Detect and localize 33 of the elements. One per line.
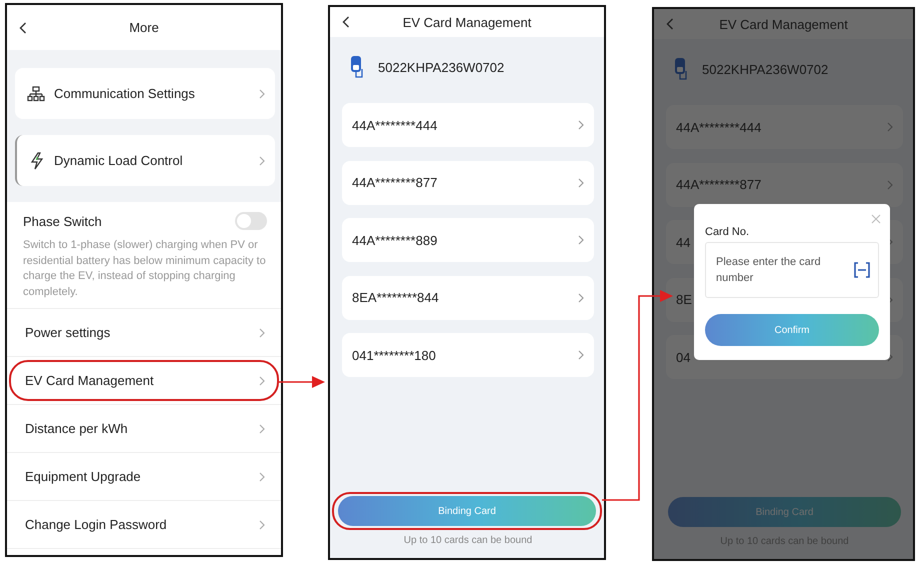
settings-card[interactable]: Communication Settings	[15, 68, 275, 119]
card-item[interactable]: 44A********889	[342, 218, 594, 262]
back-icon[interactable]	[19, 22, 27, 34]
setting-description: Switch to 1-phase (slower) charging when PV or residential battery has below minimum capacity to charge the EV, instead of stopping charging completely.	[23, 238, 267, 300]
setting-label: Phase Switch	[23, 214, 102, 228]
menu-item[interactable]: Change Login Password	[9, 504, 279, 545]
card-item[interactable]: 44A********877	[342, 160, 594, 204]
screen-title: EV Card Management	[402, 14, 532, 30]
menu-item[interactable]: Equipment Upgrade	[9, 456, 279, 497]
settings-card[interactable]: Dynamic Load Control	[15, 135, 275, 186]
charger-icon	[350, 55, 364, 79]
note-text: Up to 10 cards can be bound	[402, 535, 534, 546]
card-number-field[interactable]: Please enter the card number	[705, 242, 879, 298]
arrow	[278, 375, 326, 389]
screen-title: EV Card Management	[719, 16, 848, 32]
menu-item[interactable]: Power settings	[9, 312, 279, 353]
device-id: 5022KHPA236W0702	[702, 62, 828, 76]
screen-title: More	[129, 20, 159, 35]
card-item[interactable]: 041********180	[342, 333, 594, 377]
lightning-icon	[29, 152, 45, 170]
card-label: Dynamic Load Control	[54, 153, 184, 168]
scan-icon[interactable]	[853, 261, 871, 279]
card-item[interactable]: 44A********444	[342, 103, 594, 147]
charger-icon	[674, 57, 688, 81]
device-id: 5022KHPA236W0702	[378, 60, 504, 74]
card-item[interactable]: 8EA********844	[342, 276, 594, 320]
toggle-switch[interactable]	[235, 212, 267, 230]
field-label: Card No.	[705, 226, 750, 238]
network-icon	[27, 86, 45, 102]
back-icon[interactable]	[342, 16, 350, 28]
card-label: Communication Settings	[54, 86, 196, 101]
menu-item[interactable]: EV Card Management	[9, 360, 279, 401]
menu-item[interactable]: Distance per kWh	[9, 408, 279, 449]
